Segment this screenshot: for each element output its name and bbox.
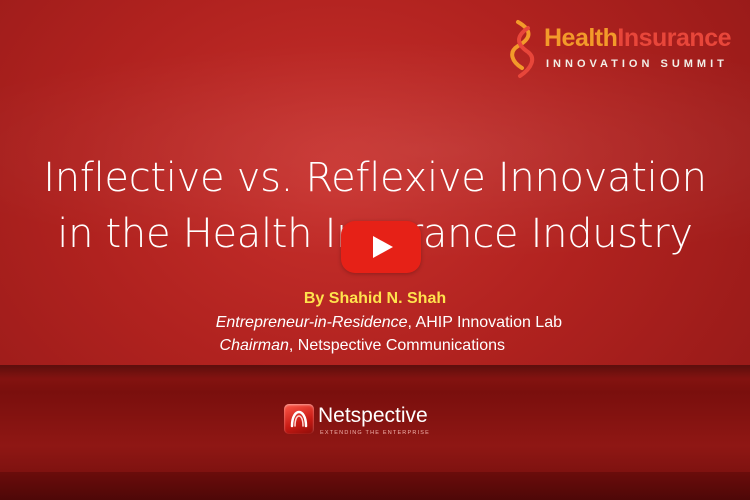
author-role-1: Entrepreneur-in-Residence, AHIP Innovati… bbox=[0, 314, 562, 332]
author-role-2: Chairman, Netspective Communications bbox=[0, 337, 505, 355]
slide-title-line-1: Inflective vs. Reflexive Innovation bbox=[43, 155, 707, 201]
play-button[interactable] bbox=[341, 221, 421, 273]
author-role-2-title: Chairman bbox=[219, 337, 289, 354]
logo-word-insurance: Insurance bbox=[617, 24, 732, 52]
play-icon bbox=[373, 236, 393, 258]
summit-logo-subtitle: INNOVATION SUMMIT bbox=[546, 58, 728, 70]
netspective-logo: Netspective EXTENDING THE ENTERPRISE bbox=[284, 404, 484, 438]
summit-logo: HealthInsurance INNOVATION SUMMIT bbox=[510, 18, 745, 82]
netspective-tagline: EXTENDING THE ENTERPRISE bbox=[320, 430, 430, 436]
summit-logo-title: HealthInsurance bbox=[544, 24, 732, 53]
helix-logo-icon bbox=[510, 20, 535, 78]
logo-word-health: Health bbox=[544, 24, 618, 52]
netspective-logo-icon bbox=[284, 404, 314, 434]
author-byline: By Shahid N. Shah bbox=[303, 290, 447, 307]
author-role-1-title: Entrepreneur-in-Residence bbox=[215, 314, 408, 331]
author-role-2-org: , Netspective Communications bbox=[288, 337, 505, 354]
author-role-1-org: , AHIP Innovation Lab bbox=[407, 314, 562, 331]
netspective-name: Netspective bbox=[318, 404, 428, 427]
footer-strip bbox=[0, 472, 750, 500]
video-slide[interactable]: HealthInsurance INNOVATION SUMMIT Inflec… bbox=[0, 0, 750, 500]
